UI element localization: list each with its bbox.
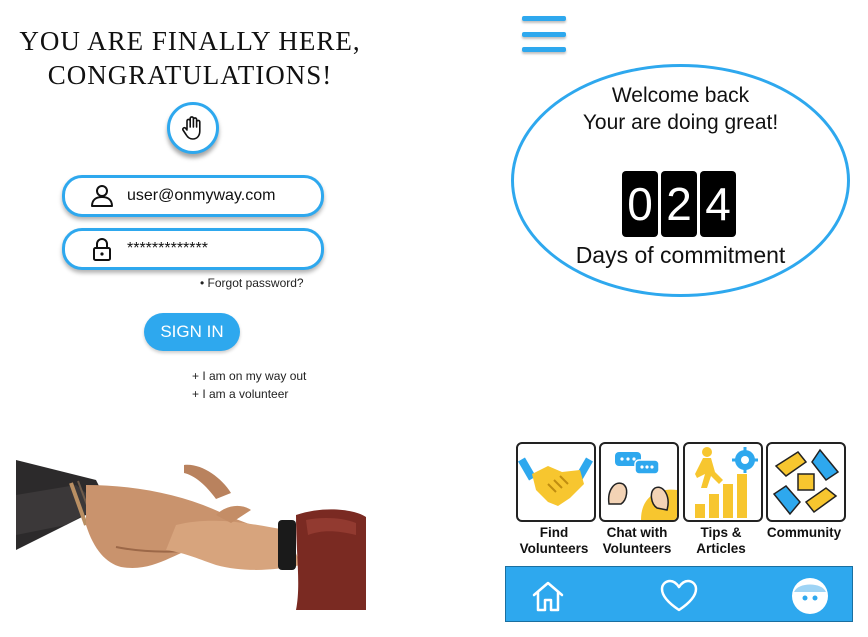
option-volunteer[interactable]: + I am a volunteer — [192, 387, 288, 401]
hamburger-menu-icon[interactable] — [522, 16, 566, 52]
sign-in-button[interactable]: SIGN IN — [144, 313, 240, 351]
lock-icon — [87, 234, 117, 264]
bullet-icon: • — [200, 276, 208, 290]
password-input[interactable] — [127, 240, 307, 258]
helping-hands-photo — [16, 460, 366, 610]
handshake-icon — [518, 457, 593, 506]
welcome-back-text: Welcome back — [611, 84, 750, 107]
tile-find-volunteers[interactable] — [516, 442, 596, 522]
tile-community[interactable] — [766, 442, 846, 522]
counter-digit: 4 — [700, 171, 736, 237]
home-icon[interactable] — [528, 576, 568, 616]
tile-label-chat-with-volunteers: Chat with Volunteers — [602, 525, 672, 556]
welcome-headline: YOU ARE FINALLY HERE, CONGRATULATIONS! — [0, 24, 380, 92]
tile-tips-articles[interactable] — [683, 442, 763, 522]
user-icon — [87, 181, 117, 211]
forgot-password-link[interactable]: • Forgot password? — [200, 276, 304, 290]
email-field[interactable] — [62, 175, 324, 217]
tile-label-community: Community — [766, 525, 842, 540]
hand-icon — [182, 116, 201, 140]
password-field[interactable] — [62, 228, 324, 270]
commitment-counter: 0 2 4 — [622, 171, 736, 237]
community-icon — [772, 448, 840, 516]
headline-line-2: CONGRATULATIONS! — [47, 60, 333, 90]
forgot-password-label: Forgot password? — [207, 276, 304, 290]
chat-icon — [607, 452, 677, 520]
email-input[interactable] — [127, 187, 307, 205]
tile-chat-with-volunteers[interactable] — [599, 442, 679, 522]
headline-line-1: YOU ARE FINALLY HERE, — [19, 26, 361, 56]
option-on-my-way-out[interactable]: + I am on my way out — [192, 369, 306, 383]
profile-icon[interactable] — [790, 576, 830, 616]
counter-digit: 0 — [622, 171, 658, 237]
growth-icon — [695, 447, 758, 518]
counter-digit: 2 — [661, 171, 697, 237]
tile-label-find-volunteers: Find Volunteers — [519, 525, 589, 556]
tile-label-tips-articles: Tips & Articles — [696, 525, 746, 556]
heart-icon[interactable] — [659, 576, 699, 616]
hand-logo-button[interactable] — [167, 102, 219, 154]
days-of-commitment-label: Days of commitment — [575, 242, 786, 268]
doing-great-text: Your are doing great! — [582, 111, 779, 134]
